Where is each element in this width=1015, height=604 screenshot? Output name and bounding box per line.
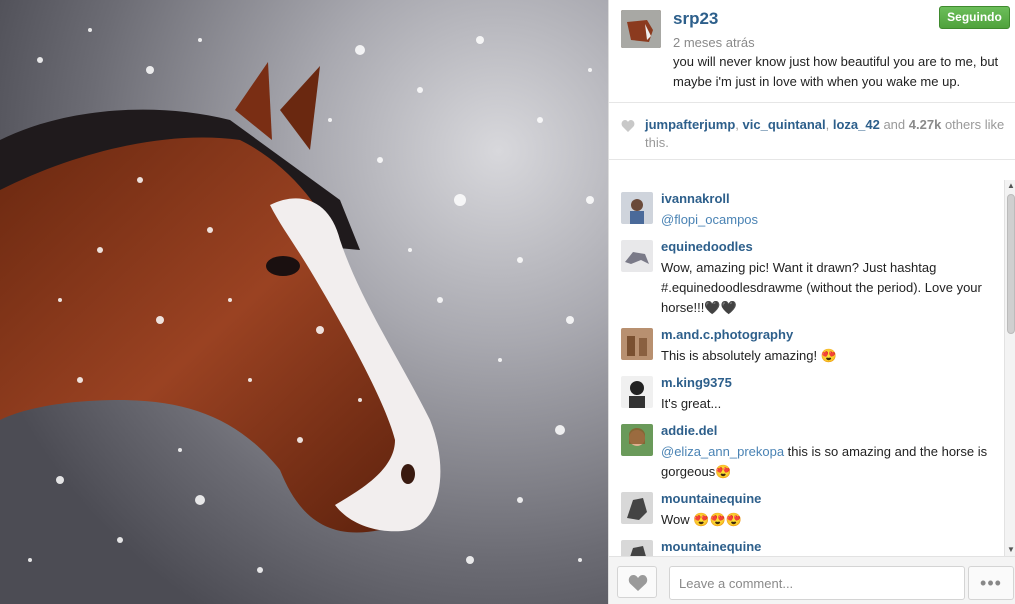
likes-summary: jumpafterjump, vic_quintanal, loza_42 an…	[609, 104, 1015, 160]
post-header: srp23 2 meses atrás you will never know …	[609, 0, 1015, 103]
liker-link[interactable]: jumpafterjump	[645, 117, 735, 132]
commenter-avatar[interactable]	[621, 540, 653, 556]
heart-icon	[628, 575, 648, 591]
post-side-panel: srp23 2 meses atrás you will never know …	[608, 0, 1015, 604]
like-button[interactable]	[617, 566, 657, 598]
comment-text: Wow, amazing pic! Want it drawn? Just ha…	[661, 260, 982, 315]
comments-scrollbar[interactable]: ▲ ▼	[1004, 180, 1015, 556]
comment-text: @flopi_ocampos	[661, 210, 1003, 230]
likes-text: jumpafterjump, vic_quintanal, loza_42 an…	[645, 117, 1005, 150]
following-button[interactable]: Seguindo	[939, 6, 1010, 29]
post-photo	[0, 0, 608, 604]
liker-link[interactable]: vic_quintanal	[743, 117, 826, 132]
more-options-button[interactable]: •••	[968, 566, 1014, 600]
commenter-avatar[interactable]	[621, 328, 653, 360]
comment-footer: •••	[609, 556, 1015, 604]
commenter-avatar[interactable]	[621, 376, 653, 408]
post-caption: you will never know just how beautiful y…	[673, 54, 999, 89]
commenter-avatar[interactable]	[621, 192, 653, 224]
comment-mention[interactable]: @flopi_ocampos	[661, 212, 758, 227]
commenter-username[interactable]: mountainequine	[661, 539, 761, 554]
author-username[interactable]: srp23	[673, 9, 718, 29]
commenter-avatar[interactable]	[621, 240, 653, 272]
commenter-username[interactable]: equinedoodles	[661, 239, 753, 254]
commenter-avatar[interactable]	[621, 492, 653, 524]
comment-input[interactable]	[669, 566, 965, 600]
commenter-username[interactable]: m.king9375	[661, 375, 732, 390]
commenter-username[interactable]: mountainequine	[661, 491, 761, 506]
comment-text: This is absolutely amazing! 😍	[661, 348, 837, 363]
likes-count[interactable]: 4.27k	[909, 117, 942, 132]
comment-text: Wow 😍😍😍	[661, 512, 742, 527]
post-timestamp[interactable]: 2 meses atrás	[673, 35, 755, 50]
horse-image	[0, 0, 608, 604]
author-avatar[interactable]	[621, 10, 661, 48]
commenter-username[interactable]: m.and.c.photography	[661, 327, 793, 342]
liker-link[interactable]: loza_42	[833, 117, 880, 132]
likes-and: and	[883, 117, 906, 132]
scroll-thumb[interactable]	[1007, 194, 1015, 334]
scroll-down-arrow-icon[interactable]: ▼	[1007, 546, 1015, 554]
commenter-username[interactable]: ivannakroll	[661, 191, 730, 206]
scroll-up-arrow-icon[interactable]: ▲	[1007, 182, 1015, 190]
comment-mention[interactable]: @eliza_ann_prekopa	[661, 444, 784, 459]
comment-text: @eliza_ann_prekopa this is so amazing an…	[661, 442, 1003, 482]
commenter-username[interactable]: addie.del	[661, 423, 717, 438]
heart-icon	[621, 120, 635, 132]
commenter-avatar[interactable]	[621, 424, 653, 456]
comment-text: It's great...	[661, 396, 722, 411]
comments-list[interactable]: ivannakroll @flopi_ocampos equinedoodles…	[609, 180, 1004, 556]
